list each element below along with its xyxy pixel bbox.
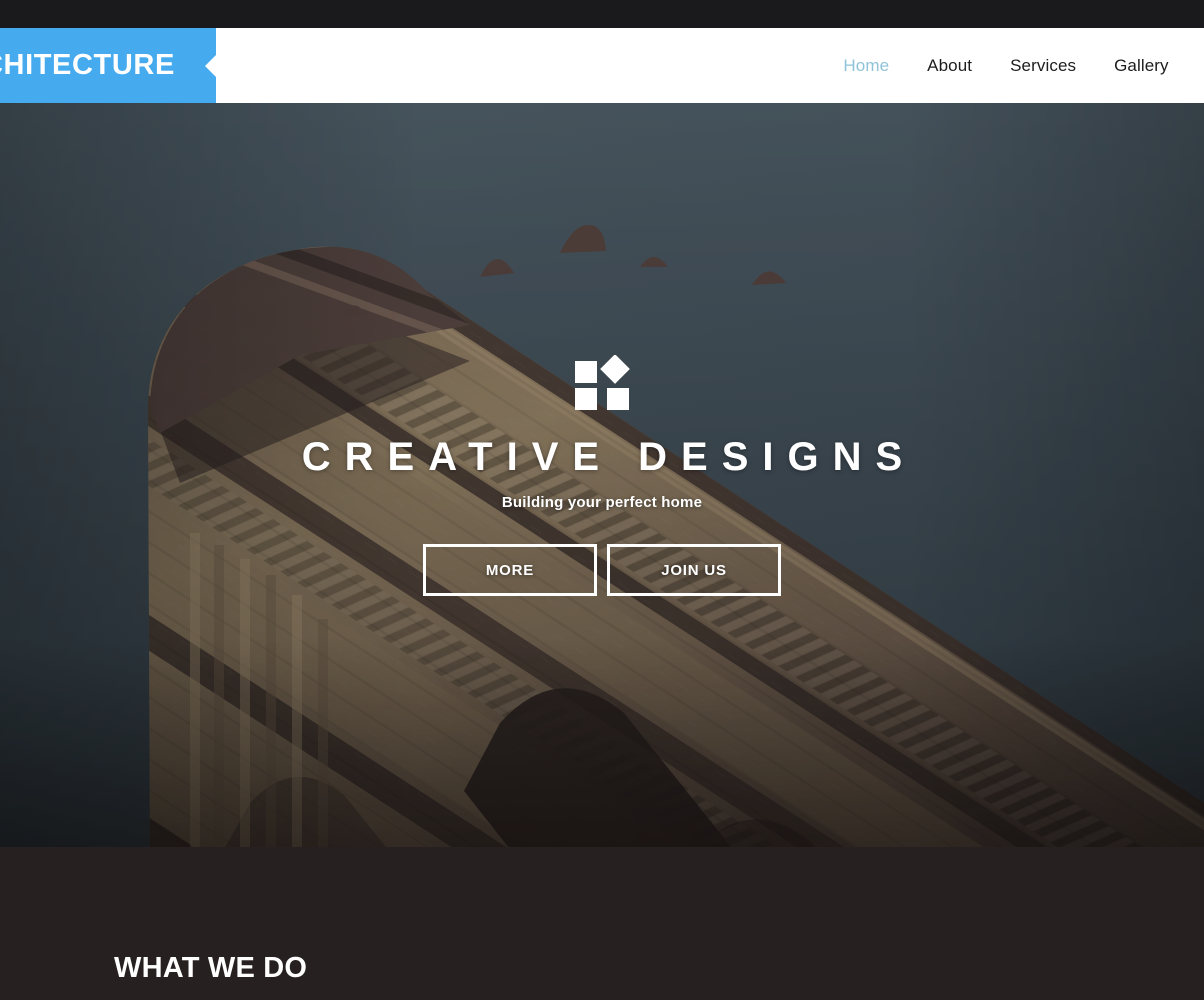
nav-item-about[interactable]: About — [927, 56, 972, 76]
what-we-do-section: WHAT WE DO — [0, 847, 1204, 1008]
join-us-button[interactable]: JOIN US — [607, 544, 781, 596]
hero-subtitle: Building your perfect home — [501, 494, 703, 511]
logo-text: CHITECTURE — [0, 49, 175, 81]
more-button[interactable]: MORE — [423, 544, 597, 596]
hero-content: CREATIVE DESIGNS Building your perfect h… — [0, 103, 1204, 847]
hero-title: CREATIVE DESIGNS — [301, 435, 917, 479]
main-navigation: Home About Services Gallery Bl — [805, 28, 1204, 103]
hero-section: CREATIVE DESIGNS Building your perfect h… — [0, 103, 1204, 847]
what-we-do-title: WHAT WE DO — [114, 952, 308, 984]
hero-button-group: MORE JOIN US — [423, 544, 781, 596]
site-header: CHITECTURE Home About Services Gallery B… — [0, 28, 1204, 103]
nav-item-services[interactable]: Services — [1010, 56, 1076, 76]
top-black-bar — [0, 0, 1204, 28]
logo-block[interactable]: CHITECTURE — [0, 28, 216, 103]
nav-item-gallery[interactable]: Gallery — [1114, 56, 1169, 76]
three-squares-diamond-logo-icon — [575, 355, 630, 410]
what-we-do-inner: WHAT WE DO — [114, 847, 1090, 1008]
nav-item-home[interactable]: Home — [843, 56, 889, 76]
chevron-left-icon — [205, 54, 216, 77]
